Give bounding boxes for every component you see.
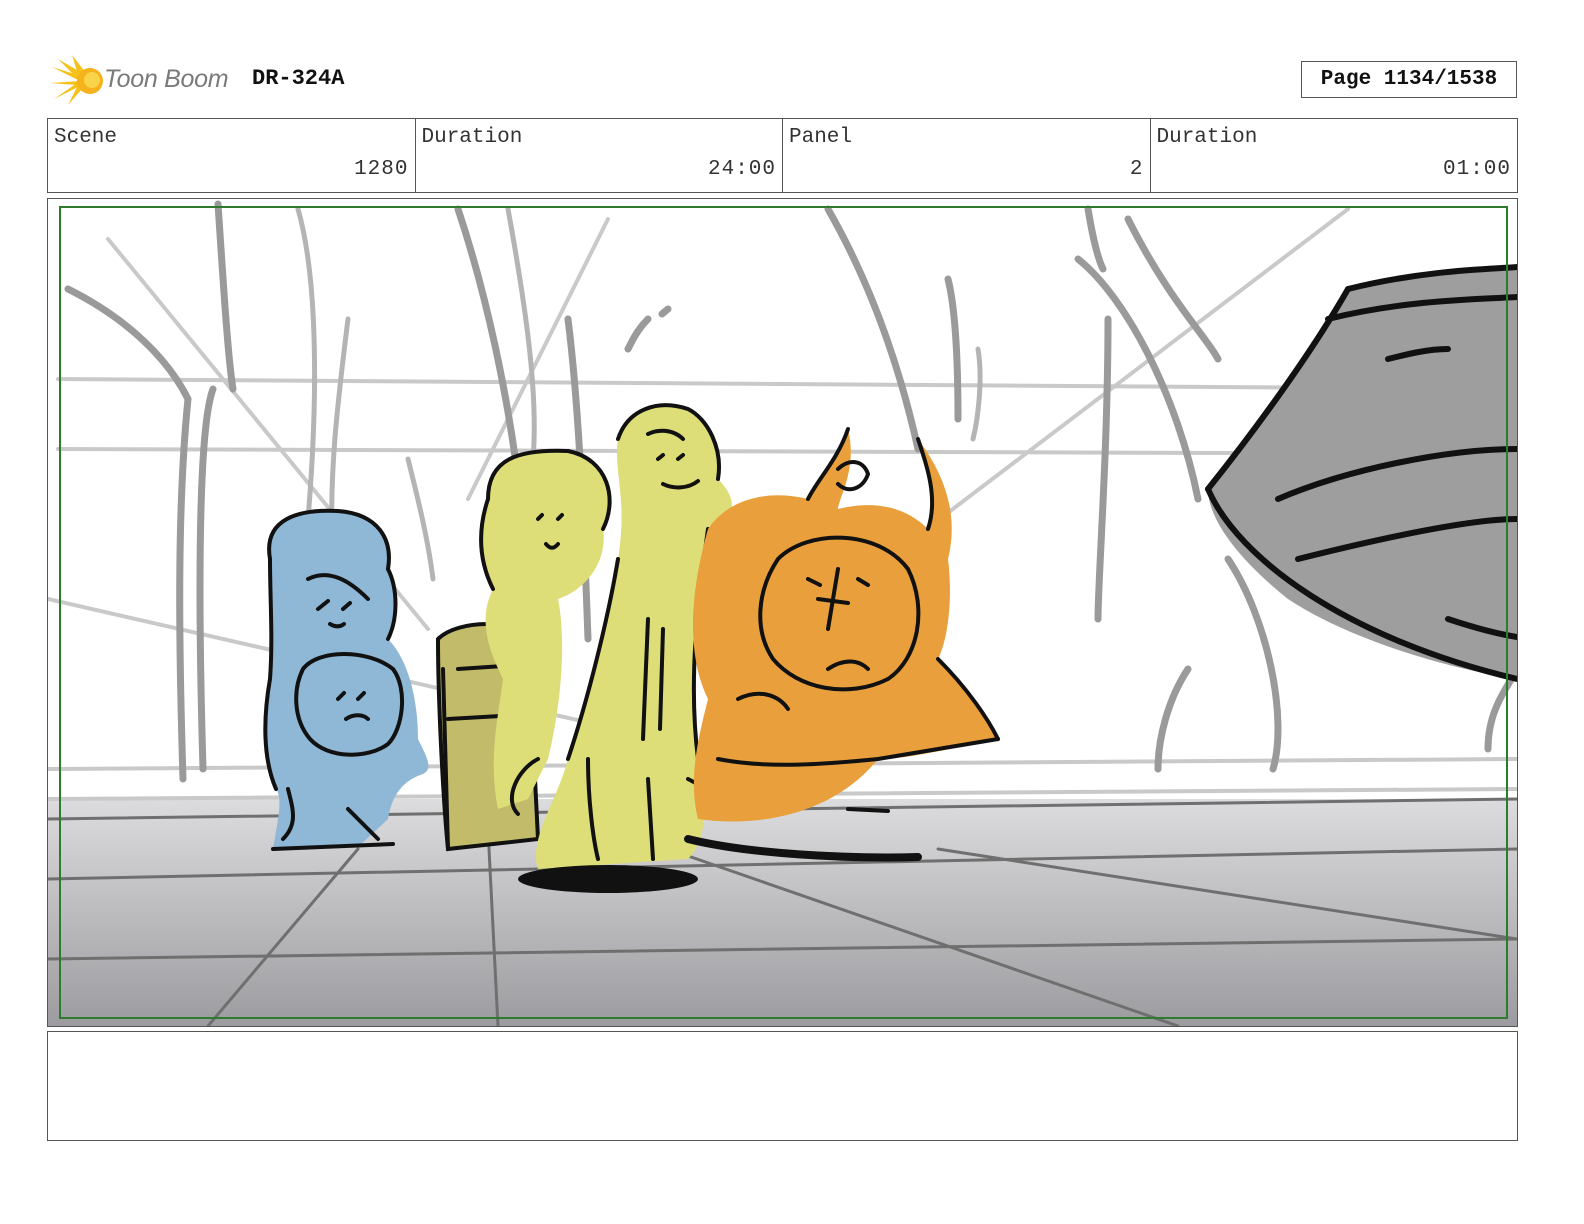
panel-sketch [48, 199, 1517, 1026]
scene-label: Scene [54, 126, 118, 149]
scene-cell: Scene 1280 [48, 119, 416, 192]
document-id: DR-324A [252, 66, 345, 91]
panel-cell: Panel 2 [783, 119, 1151, 192]
notes-box [47, 1031, 1518, 1141]
scene-value: 1280 [354, 158, 409, 181]
logo-text: Toon Boom [104, 65, 229, 93]
scene-duration-value: 24:00 [707, 158, 776, 181]
toon-boom-logo: Toon Boom [50, 55, 240, 107]
starburst-icon [50, 55, 103, 105]
storyboard-panel [47, 198, 1518, 1027]
scene-info-table: Scene 1280 Duration 24:00 Panel 2 Durati… [47, 118, 1518, 193]
panel-label: Panel [789, 126, 853, 149]
page-indicator: Page 1134/1538 [1301, 61, 1517, 98]
panel-duration-value: 01:00 [1442, 158, 1511, 181]
panel-value: 2 [1129, 158, 1144, 181]
scene-duration-cell: Duration 24:00 [416, 119, 783, 192]
panel-duration-label: Duration [1156, 126, 1258, 149]
scene-duration-label: Duration [421, 126, 523, 149]
panel-duration-cell: Duration 01:00 [1151, 119, 1518, 192]
floor [48, 799, 1517, 1026]
